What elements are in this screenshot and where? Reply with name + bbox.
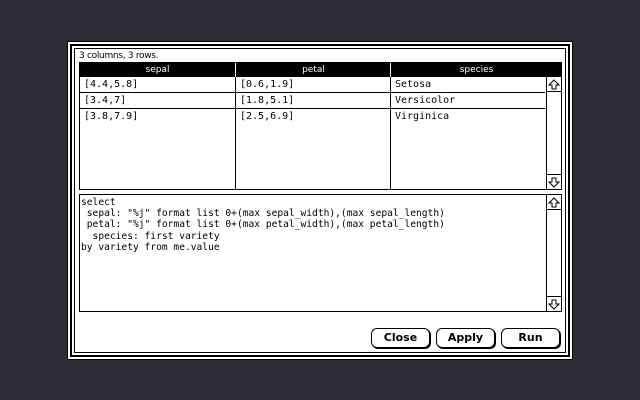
arrow-down-icon [548, 177, 560, 188]
table-row[interactable]: [4.4,5.8] [0.6,1.9] Setosa [80, 77, 545, 93]
cell-petal: [0.6,1.9] [240, 79, 295, 90]
header-divider [235, 63, 236, 77]
header-divider [390, 63, 391, 77]
script-editor[interactable]: select sepal: "%j" format list 0+(max se… [79, 194, 562, 312]
table-header: sepal petal species [80, 63, 561, 77]
table-scrollbar[interactable] [546, 77, 561, 189]
table-row[interactable]: [3.4,7] [1.8,5.1] Versicolor [80, 93, 545, 109]
cell-sepal: [4.4,5.8] [84, 79, 139, 90]
cell-sepal: [3.4,7] [84, 95, 127, 106]
column-header-sepal[interactable]: sepal [80, 63, 235, 77]
cell-species: Versicolor [395, 95, 456, 106]
editor-scroll-down-button[interactable] [547, 296, 561, 311]
arrow-down-icon [548, 299, 560, 310]
results-table[interactable]: sepal petal species [4.4,5.8] [0.6,1.9] … [79, 62, 562, 190]
arrow-up-icon [548, 78, 560, 89]
column-header-species[interactable]: species [392, 63, 561, 77]
result-summary: 3 columns, 3 rows. [79, 51, 159, 61]
table-scroll-down-button[interactable] [547, 174, 561, 189]
table-row[interactable]: [3.8,7.9] [2.5,6.9] Virginica [80, 109, 545, 125]
cell-petal: [2.5,6.9] [240, 111, 295, 122]
cell-species: Setosa [395, 79, 432, 90]
editor-scrollbar[interactable] [546, 195, 561, 311]
apply-button[interactable]: Apply [436, 328, 495, 348]
table-scroll-up-button[interactable] [547, 77, 561, 92]
editor-scroll-up-button[interactable] [547, 195, 561, 210]
cell-sepal: [3.8,7.9] [84, 111, 139, 122]
run-button[interactable]: Run [501, 328, 560, 348]
column-header-petal[interactable]: petal [237, 63, 390, 77]
cell-petal: [1.8,5.1] [240, 95, 295, 106]
cell-species: Virginica [395, 111, 450, 122]
arrow-up-icon [548, 196, 560, 207]
close-button[interactable]: Close [371, 328, 430, 348]
script-text[interactable]: select sepal: "%j" format list 0+(max se… [81, 197, 544, 311]
